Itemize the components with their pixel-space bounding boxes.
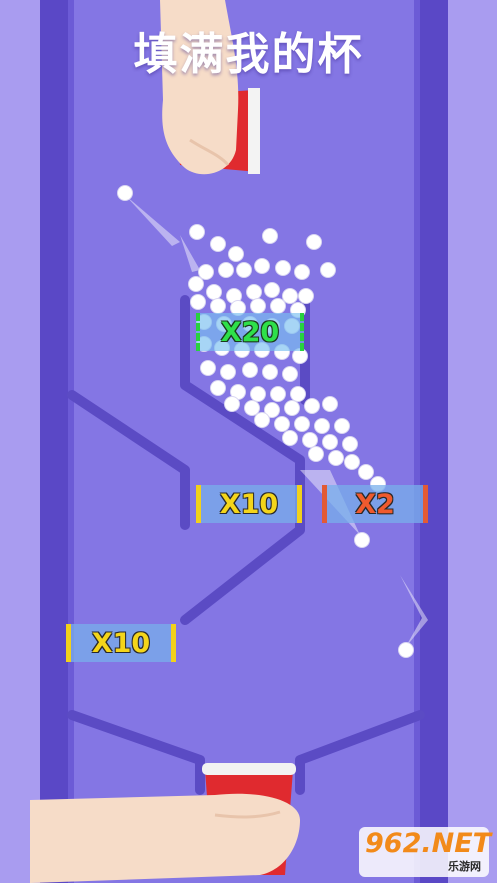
ball: [342, 436, 358, 452]
ball: [358, 464, 374, 480]
ball: [322, 434, 338, 450]
ball: [190, 294, 206, 310]
multiplier-gate-x2: X2: [322, 485, 428, 523]
ball: [294, 416, 310, 432]
ball: [189, 224, 205, 240]
ball: [344, 454, 360, 470]
ball: [398, 642, 414, 658]
ball: [275, 260, 291, 276]
ball: [284, 400, 300, 416]
ball: [228, 246, 244, 262]
ball: [354, 532, 370, 548]
ball: [210, 298, 226, 314]
multiplier-gate-x10-lower: X10: [66, 624, 176, 662]
ball: [262, 364, 278, 380]
ball: [224, 396, 240, 412]
ball: [264, 282, 280, 298]
gate-label: X2: [355, 488, 395, 520]
gate-label: X10: [219, 488, 279, 520]
multiplier-gate-x20: X20: [196, 313, 304, 351]
ball: [274, 416, 290, 432]
ball: [262, 228, 278, 244]
ball: [117, 185, 133, 201]
ball: [242, 362, 258, 378]
ball: [250, 386, 266, 402]
ball: [320, 262, 336, 278]
ball: [270, 386, 286, 402]
ball: [308, 446, 324, 462]
ball: [306, 234, 322, 250]
ball: [294, 264, 310, 280]
ball: [218, 262, 234, 278]
ball: [236, 262, 252, 278]
watermark-site: 乐游网: [448, 860, 481, 873]
ball: [322, 396, 338, 412]
ball: [282, 288, 298, 304]
ball: [334, 418, 350, 434]
gate-label: X20: [220, 316, 280, 348]
ball: [254, 258, 270, 274]
game-scene: [30, 0, 448, 883]
ball: [244, 400, 260, 416]
ball: [298, 288, 314, 304]
ball: [328, 450, 344, 466]
ball: [302, 432, 318, 448]
ball: [210, 236, 226, 252]
ball: [304, 398, 320, 414]
ball: [220, 364, 236, 380]
ball: [206, 284, 222, 300]
multiplier-gate-x10-upper: X10: [196, 485, 302, 523]
watermark-brand: 962.NET: [365, 828, 492, 859]
gate-label: X10: [91, 627, 151, 659]
ball: [188, 276, 204, 292]
ball: [246, 284, 262, 300]
ball: [282, 430, 298, 446]
game-title: 填满我的杯: [133, 29, 364, 80]
ball: [200, 360, 216, 376]
ball: [290, 386, 306, 402]
ball: [198, 264, 214, 280]
watermark: 962.NET 乐游网: [359, 827, 492, 877]
ball: [314, 418, 330, 434]
ball: [210, 380, 226, 396]
ball: [254, 412, 270, 428]
ball: [270, 298, 286, 314]
track-left-rail: [40, 0, 72, 883]
ball: [282, 366, 298, 382]
ball: [250, 298, 266, 314]
track-right-rail: [418, 0, 448, 883]
